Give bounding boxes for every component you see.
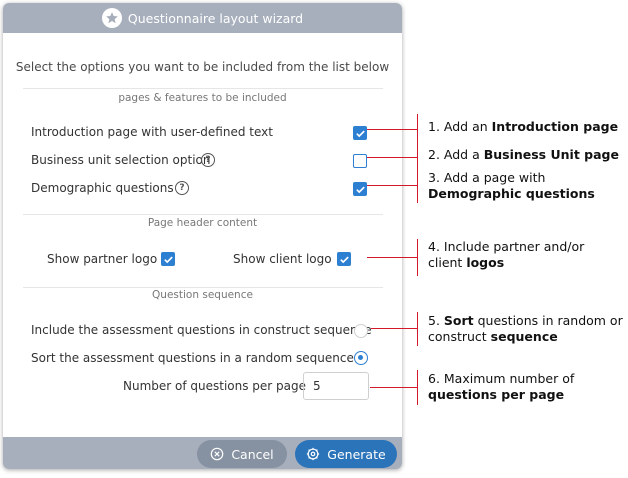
partner-logo-checkbox[interactable] <box>161 252 175 266</box>
star-icon <box>101 8 122 28</box>
help-icon[interactable]: ? <box>175 181 189 195</box>
checkmark-icon <box>356 130 365 138</box>
construct-sequence-label: Include the assessment questions in cons… <box>31 323 372 337</box>
callout-logos: 4. Include partner and/or client logos <box>428 239 585 270</box>
questionnaire-wizard-dialog: Questionnaire layout wizard Select the o… <box>3 3 402 469</box>
demographic-questions-checkbox[interactable] <box>353 182 367 196</box>
partner-logo-label: Show partner logo <box>47 252 158 266</box>
section-divider <box>23 88 383 89</box>
callout-connector <box>367 257 417 258</box>
generate-button[interactable]: Generate <box>295 440 397 468</box>
callout-connector <box>370 387 417 388</box>
checkmark-icon <box>164 256 173 264</box>
checkmark-icon <box>340 256 349 264</box>
dialog-titlebar: Questionnaire layout wizard <box>3 3 402 33</box>
callout-connector <box>371 328 417 329</box>
callout-introduction: 1. Add an Introduction page <box>428 119 619 134</box>
cancel-circle-icon <box>210 447 224 461</box>
help-icon[interactable]: ? <box>201 153 215 167</box>
callout-bracket <box>417 170 418 203</box>
callout-bracket <box>417 370 418 405</box>
callout-bracket <box>417 239 418 276</box>
callout-bracket <box>417 114 418 145</box>
questions-per-page-input[interactable]: 5 <box>303 372 369 400</box>
callout-bracket <box>417 145 418 170</box>
cancel-button-label: Cancel <box>231 446 274 462</box>
section-divider <box>23 287 383 288</box>
checkmark-icon <box>356 186 365 194</box>
business-unit-checkbox[interactable] <box>353 154 367 168</box>
random-sequence-radio[interactable] <box>354 351 368 365</box>
questions-per-page-label: Number of questions per page <box>123 379 307 393</box>
intro-text: Select the options you want to be includ… <box>15 60 390 74</box>
dialog-footer: Cancel Generate <box>3 437 402 469</box>
option-introduction-label: Introduction page with user-defined text <box>31 125 273 139</box>
callout-bracket <box>417 312 418 346</box>
option-demographic-label: Demographic questions <box>31 181 174 195</box>
callout-sequence: 5. Sort questions in random or construct … <box>428 313 623 344</box>
callout-questions-per-page: 6. Maximum number of questions per page <box>428 371 575 402</box>
gear-icon <box>306 447 320 461</box>
section-label-pages: pages & features to be included <box>118 92 287 104</box>
cancel-button[interactable]: Cancel <box>197 440 287 468</box>
dialog-title: Questionnaire layout wizard <box>127 10 304 26</box>
section-label-sequence: Question sequence <box>152 289 253 301</box>
introduction-page-checkbox[interactable] <box>353 126 367 140</box>
dialog-content: Select the options you want to be includ… <box>3 33 402 437</box>
callout-connector <box>367 185 417 186</box>
callout-business-unit: 2. Add a Business Unit page <box>428 147 619 162</box>
section-label-header: Page header content <box>147 217 258 229</box>
callout-connector <box>367 129 417 130</box>
generate-button-label: Generate <box>327 446 386 462</box>
client-logo-checkbox[interactable] <box>337 252 351 266</box>
section-divider <box>23 214 383 215</box>
option-business-unit-label: Business unit selection option <box>31 153 211 167</box>
callout-demographic: 3. Add a page with Demographic questions <box>428 170 595 201</box>
construct-sequence-radio[interactable] <box>354 324 368 338</box>
client-logo-label: Show client logo <box>233 252 332 266</box>
callout-connector <box>367 157 417 158</box>
random-sequence-label: Sort the assessment questions in a rando… <box>31 351 354 365</box>
